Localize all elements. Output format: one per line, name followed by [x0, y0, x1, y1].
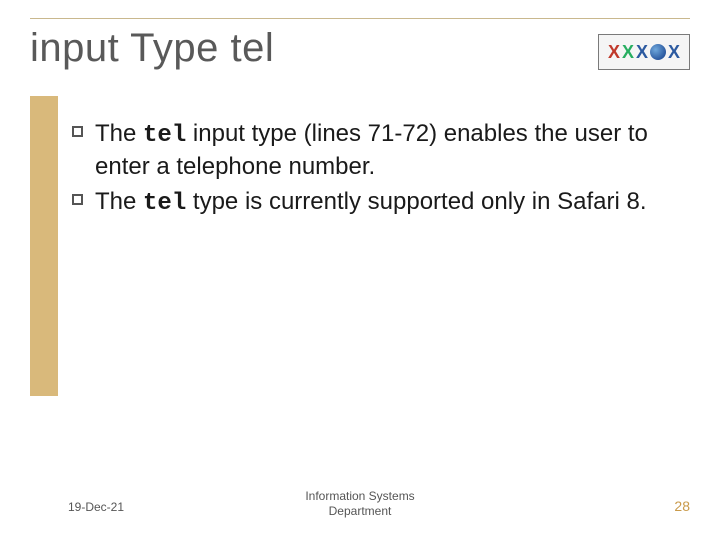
bullet-marker-icon: [72, 194, 83, 205]
slide: input Type tel X X X X The tel input typ…: [0, 0, 720, 540]
footer-line1: Information Systems: [305, 489, 414, 503]
bullet-marker-icon: [72, 126, 83, 137]
footer-line2: Department: [329, 504, 392, 518]
text-span: type is currently supported only in Safa…: [186, 188, 646, 215]
logo-letter-2: X: [622, 43, 634, 61]
bullet-text: The tel type is currently supported only…: [95, 186, 646, 219]
code-span: tel: [143, 190, 186, 217]
title-rule: [30, 18, 690, 19]
page-title: input Type tel: [30, 26, 274, 71]
text-span: The: [95, 120, 143, 147]
globe-icon: [650, 44, 666, 60]
logo-letter-3: X: [636, 43, 648, 61]
list-item: The tel input type (lines 71-72) enables…: [72, 118, 672, 182]
list-item: The tel type is currently supported only…: [72, 186, 672, 219]
code-span: tel: [143, 122, 186, 149]
logo-letter-1: X: [608, 43, 620, 61]
accent-bar: [30, 96, 58, 396]
logo-letter-4: X: [668, 43, 680, 61]
bullet-text: The tel input type (lines 71-72) enables…: [95, 118, 672, 182]
content-area: The tel input type (lines 71-72) enables…: [72, 118, 672, 224]
page-number: 28: [674, 498, 690, 514]
logo-box: X X X X: [598, 34, 690, 70]
footer-center: Information Systems Department: [0, 489, 720, 520]
text-span: The: [95, 188, 143, 215]
